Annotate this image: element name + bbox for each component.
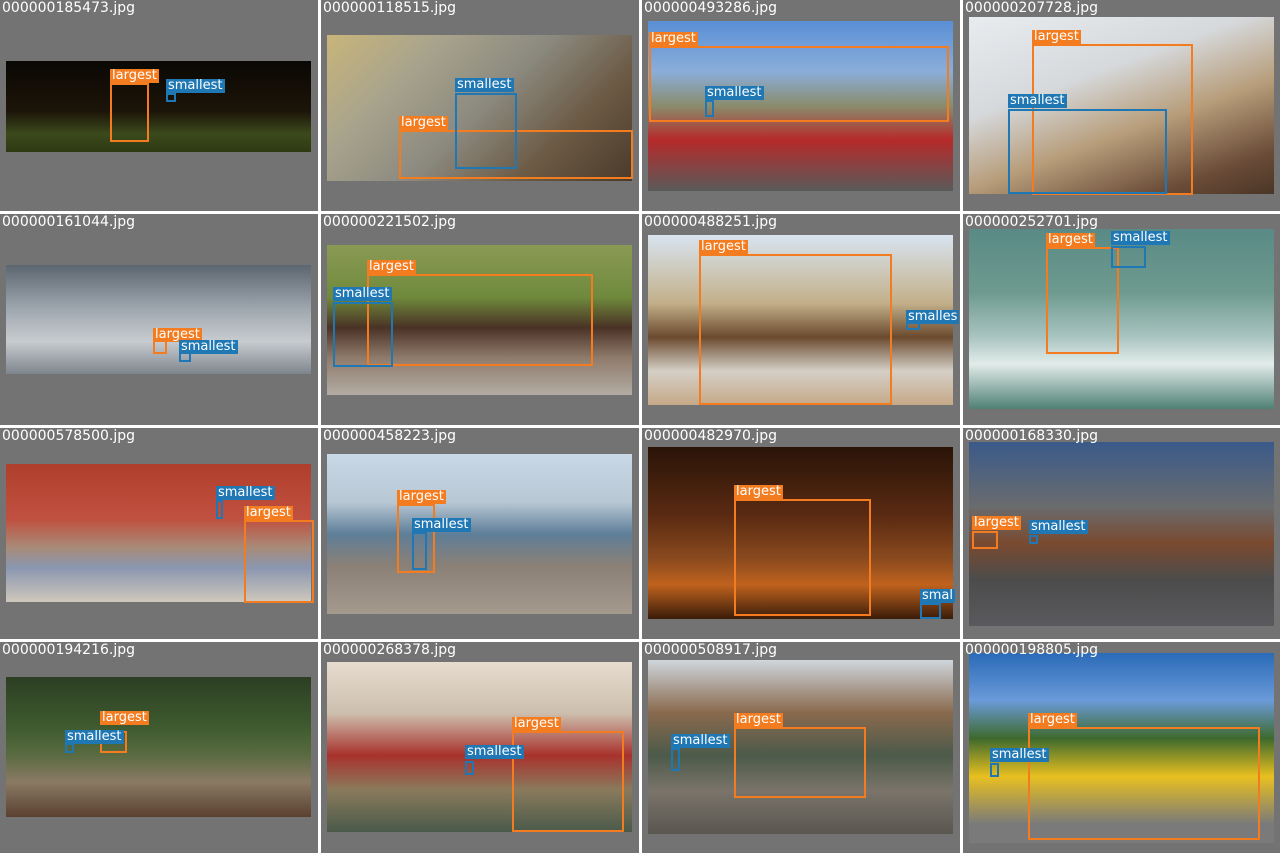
smallest-tag: smallest bbox=[1111, 230, 1170, 245]
filename-label: 000000194216.jpg bbox=[2, 642, 135, 658]
filename-label: 000000252701.jpg bbox=[965, 214, 1098, 230]
largest-tag: largest bbox=[1046, 232, 1095, 247]
smallest-box bbox=[166, 93, 176, 102]
largest-box bbox=[244, 520, 314, 603]
largest-tag: largest bbox=[734, 712, 783, 727]
smallest-box bbox=[990, 763, 999, 777]
largest-box bbox=[972, 531, 998, 549]
largest-tag: largest bbox=[110, 68, 159, 83]
smallest-tag: smallest bbox=[1008, 93, 1067, 108]
smallest-box bbox=[465, 761, 474, 775]
photo bbox=[6, 677, 311, 817]
largest-tag: largest bbox=[649, 31, 698, 46]
smallest-tag: smallest bbox=[455, 77, 514, 92]
grid-cell: 000000168330.jpg largest smallest bbox=[963, 428, 1280, 639]
grid-cell: 000000207728.jpg largest smallest bbox=[963, 0, 1280, 211]
smallest-box bbox=[455, 93, 517, 169]
smallest-box bbox=[65, 743, 74, 753]
filename-label: 000000221502.jpg bbox=[323, 214, 456, 230]
grid-cell: 000000268378.jpg largest smallest bbox=[321, 642, 639, 853]
filename-label: 000000482970.jpg bbox=[644, 428, 777, 444]
filename-label: 000000185473.jpg bbox=[2, 0, 135, 16]
photo bbox=[969, 442, 1274, 626]
smallest-tag: smalles bbox=[906, 309, 960, 324]
photo bbox=[6, 265, 311, 374]
smallest-tag: smallest bbox=[65, 729, 124, 744]
smallest-box bbox=[671, 748, 680, 771]
smallest-tag: smallest bbox=[465, 744, 524, 759]
filename-label: 000000493286.jpg bbox=[644, 0, 777, 16]
smallest-box bbox=[705, 100, 714, 117]
smallest-tag: smallest bbox=[990, 747, 1049, 762]
image-grid: 000000185473.jpg largest smallest 000000… bbox=[0, 0, 1280, 854]
largest-box bbox=[1028, 727, 1260, 840]
grid-cell: 000000508917.jpg largest smallest bbox=[642, 642, 960, 853]
filename-label: 000000161044.jpg bbox=[2, 214, 135, 230]
largest-tag: largest bbox=[512, 716, 561, 731]
largest-box bbox=[512, 731, 624, 832]
smallest-tag: smallest bbox=[179, 339, 238, 354]
smallest-box bbox=[920, 603, 941, 619]
largest-tag: largest bbox=[1028, 712, 1077, 727]
largest-box bbox=[649, 46, 949, 122]
filename-label: 000000198805.jpg bbox=[965, 642, 1098, 658]
largest-tag: largest bbox=[397, 489, 446, 504]
filename-label: 000000508917.jpg bbox=[644, 642, 777, 658]
largest-tag: largest bbox=[399, 115, 448, 130]
smallest-tag: smallest bbox=[333, 286, 392, 301]
largest-box bbox=[367, 274, 593, 366]
filename-label: 000000458223.jpg bbox=[323, 428, 456, 444]
smallest-box bbox=[1008, 109, 1167, 194]
grid-cell: 000000221502.jpg largest smallest bbox=[321, 214, 639, 425]
grid-cell: 000000161044.jpg largest smallest bbox=[0, 214, 318, 425]
filename-label: 000000268378.jpg bbox=[323, 642, 456, 658]
smallest-tag: smallest bbox=[412, 517, 471, 532]
filename-label: 000000118515.jpg bbox=[323, 0, 456, 16]
smallest-box bbox=[1029, 535, 1038, 544]
largest-box bbox=[699, 254, 892, 405]
smallest-tag: smal bbox=[920, 588, 956, 603]
grid-cell: 000000578500.jpg largest smallest bbox=[0, 428, 318, 639]
largest-box bbox=[153, 340, 167, 354]
smallest-box bbox=[1111, 246, 1146, 268]
grid-cell: 000000118515.jpg largest smallest bbox=[321, 0, 639, 211]
largest-tag: largest bbox=[699, 239, 748, 254]
filename-label: 000000488251.jpg bbox=[644, 214, 777, 230]
smallest-tag: smallest bbox=[1029, 519, 1088, 534]
grid-cell: 000000194216.jpg largest smallest bbox=[0, 642, 318, 853]
largest-box bbox=[110, 83, 149, 142]
largest-tag: largest bbox=[367, 259, 416, 274]
largest-tag: largest bbox=[734, 484, 783, 499]
filename-label: 000000578500.jpg bbox=[2, 428, 135, 444]
smallest-tag: smallest bbox=[705, 85, 764, 100]
filename-label: 000000207728.jpg bbox=[965, 0, 1098, 16]
largest-tag: largest bbox=[100, 710, 149, 725]
largest-box bbox=[734, 499, 871, 616]
grid-cell: 000000458223.jpg largest smallest bbox=[321, 428, 639, 639]
largest-tag: largest bbox=[972, 515, 1021, 530]
grid-cell: 000000493286.jpg largest smallest bbox=[642, 0, 960, 211]
largest-box bbox=[1046, 247, 1119, 354]
filename-label: 000000168330.jpg bbox=[965, 428, 1098, 444]
smallest-tag: smallest bbox=[166, 78, 225, 93]
smallest-box bbox=[333, 302, 393, 367]
grid-cell: 000000482970.jpg largest smal bbox=[642, 428, 960, 639]
grid-cell: 000000488251.jpg largest smalles bbox=[642, 214, 960, 425]
grid-cell: 000000185473.jpg largest smallest bbox=[0, 0, 318, 211]
photo bbox=[327, 454, 632, 614]
grid-cell: 000000198805.jpg largest smallest bbox=[963, 642, 1280, 853]
smallest-box bbox=[216, 500, 223, 519]
smallest-box bbox=[412, 532, 427, 570]
grid-cell: 000000252701.jpg largest smallest bbox=[963, 214, 1280, 425]
smallest-tag: smallest bbox=[671, 733, 730, 748]
largest-box bbox=[734, 727, 866, 798]
largest-tag: largest bbox=[1032, 29, 1081, 44]
largest-tag: largest bbox=[244, 505, 293, 520]
smallest-tag: smallest bbox=[216, 485, 275, 500]
